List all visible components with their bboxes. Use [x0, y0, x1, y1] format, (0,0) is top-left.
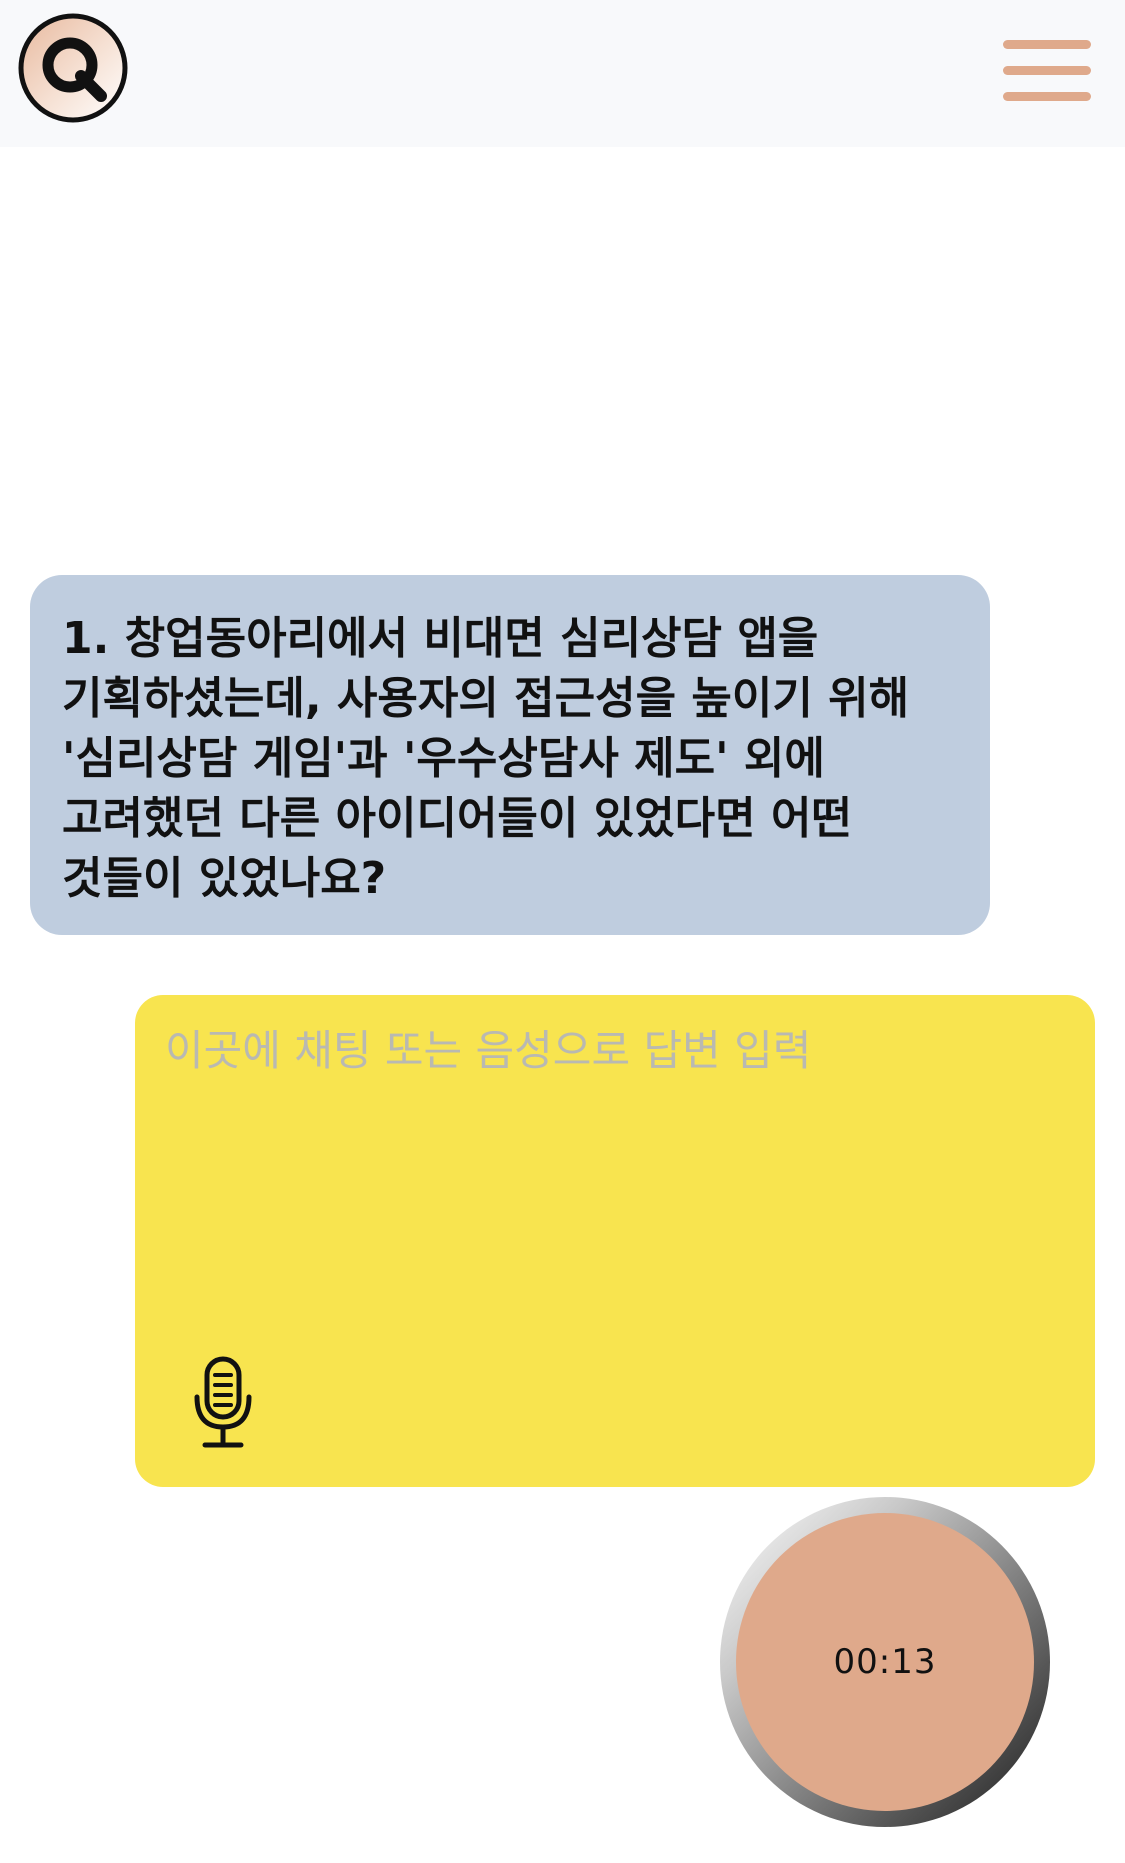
microphone-icon[interactable] — [191, 1355, 255, 1451]
timer-face: 00:13 — [736, 1513, 1034, 1811]
answer-input[interactable] — [165, 1023, 1065, 1323]
top-header — [0, 0, 1125, 147]
answer-box — [135, 995, 1095, 1487]
question-bubble: 1. 창업동아리에서 비대면 심리상담 앱을 기획하셨는데, 사용자의 접근성을… — [30, 575, 990, 935]
menu-bar — [1003, 66, 1091, 75]
question-text: 1. 창업동아리에서 비대면 심리상담 앱을 기획하셨는데, 사용자의 접근성을… — [62, 613, 910, 904]
q-logo-icon[interactable] — [17, 12, 129, 124]
menu-bar — [1003, 40, 1091, 49]
timer-text: 00:13 — [833, 1642, 937, 1682]
hamburger-menu-icon[interactable] — [1000, 36, 1094, 104]
recording-timer-button[interactable]: 00:13 — [720, 1497, 1050, 1827]
menu-bar — [1003, 92, 1091, 101]
